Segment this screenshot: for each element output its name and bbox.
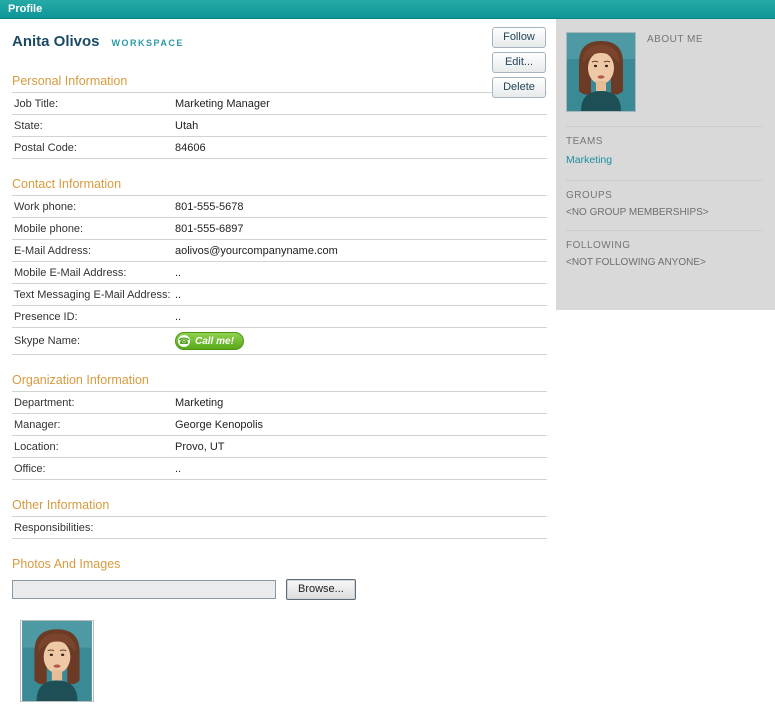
field-label: Department: xyxy=(14,396,75,409)
topbar: Profile xyxy=(0,0,775,19)
table-row: Job Title: Marketing Manager xyxy=(12,93,547,115)
following-empty-text: <NOT FOLLOWING ANYONE> xyxy=(566,257,706,268)
table-row: Responsibilities: xyxy=(12,517,547,539)
field-value: .. xyxy=(175,288,182,301)
field-label: State: xyxy=(14,119,43,132)
organization-info-rows: Department: Marketing Manager: George Ke… xyxy=(12,391,547,480)
field-value: 801-555-6897 xyxy=(175,222,244,235)
profile-sidebar: ABOUT ME TEAMS Marketing GROUPS <NO GROU… xyxy=(556,19,775,310)
field-value: Marketing Manager xyxy=(175,97,270,110)
table-row: Work phone: 801-555-5678 xyxy=(12,196,547,218)
follow-button[interactable]: Follow xyxy=(492,27,546,48)
photo-upload-row: Browse... xyxy=(12,579,547,600)
field-value: George Kenopolis xyxy=(175,418,264,431)
table-row: Postal Code: 84606 xyxy=(12,137,547,159)
section-title-contact: Contact Information xyxy=(12,177,122,191)
profile-avatar[interactable] xyxy=(566,32,636,112)
field-label: Job Title: xyxy=(14,97,59,110)
field-value: Utah xyxy=(175,119,199,132)
field-value: Marketing xyxy=(175,396,224,409)
browse-button[interactable]: Browse... xyxy=(286,579,356,600)
section-title-photos: Photos And Images xyxy=(12,557,121,571)
table-row: State: Utah xyxy=(12,115,547,137)
following-label: FOLLOWING xyxy=(566,240,631,251)
teams-group: TEAMS Marketing xyxy=(566,126,763,180)
table-row: Presence ID: .. xyxy=(12,306,547,328)
field-value: Provo, UT xyxy=(175,440,225,453)
section-title-other: Other Information xyxy=(12,498,110,512)
skype-call-button[interactable]: ☎ Call me! xyxy=(175,332,244,350)
profile-main: Anita Olivos Workspace Follow Edit... De… xyxy=(0,19,556,702)
field-value: 84606 xyxy=(175,141,206,154)
about-me-label: ABOUT ME xyxy=(647,34,704,45)
profile-name: Anita Olivos xyxy=(12,33,100,50)
field-label: Postal Code: xyxy=(14,141,77,154)
page-title: Profile xyxy=(8,3,43,15)
field-label: Skype Name: xyxy=(14,335,81,347)
profile-photo-thumbnail[interactable] xyxy=(20,620,94,702)
table-row: Mobile phone: 801-555-6897 xyxy=(12,218,547,240)
field-label: Mobile phone: xyxy=(14,222,84,235)
groups-empty-text: <NO GROUP MEMBERSHIPS> xyxy=(566,207,709,218)
field-label: Work phone: xyxy=(14,200,77,213)
table-row: Text Messaging E-Mail Address: .. xyxy=(12,284,547,306)
profile-header: Anita Olivos Workspace xyxy=(12,33,547,50)
field-label: Mobile E-Mail Address: xyxy=(14,266,127,279)
table-row: E-Mail Address: aolivos@yourcompanyname.… xyxy=(12,240,547,262)
skype-call-label: Call me! xyxy=(195,335,234,347)
table-row: Department: Marketing xyxy=(12,392,547,414)
profile-actions: Follow Edit... Delete xyxy=(492,27,546,98)
delete-button[interactable]: Delete xyxy=(492,77,546,98)
field-value: 801-555-5678 xyxy=(175,200,244,213)
field-label: Presence ID: xyxy=(14,310,78,323)
field-value: ☎ Call me! xyxy=(175,332,244,350)
team-link-marketing[interactable]: Marketing xyxy=(566,154,612,166)
phone-icon: ☎ xyxy=(178,335,190,347)
following-group: FOLLOWING <NOT FOLLOWING ANYONE> xyxy=(566,230,763,280)
field-value: .. xyxy=(175,462,182,475)
table-row: Location: Provo, UT xyxy=(12,436,547,458)
field-value: .. xyxy=(175,310,182,323)
about-me-block: ABOUT ME xyxy=(566,32,763,126)
groups-group: GROUPS <NO GROUP MEMBERSHIPS> xyxy=(566,180,763,230)
table-row: Mobile E-Mail Address: .. xyxy=(12,262,547,284)
field-label: Manager: xyxy=(14,418,61,431)
field-label: Location: xyxy=(14,440,59,453)
field-label: Responsibilities: xyxy=(14,521,94,534)
about-panel: ABOUT ME TEAMS Marketing GROUPS <NO GROU… xyxy=(556,19,775,310)
table-row: Office: .. xyxy=(12,458,547,480)
field-label: E-Mail Address: xyxy=(14,244,92,257)
groups-label: GROUPS xyxy=(566,190,613,201)
personal-info-rows: Job Title: Marketing Manager State: Utah… xyxy=(12,92,547,159)
workspace-label: Workspace xyxy=(111,38,184,48)
teams-label: TEAMS xyxy=(566,136,603,147)
photo-file-input[interactable] xyxy=(12,580,276,599)
contact-info-rows: Work phone: 801-555-5678 Mobile phone: 8… xyxy=(12,195,547,355)
section-title-personal: Personal Information xyxy=(12,74,128,88)
edit-button[interactable]: Edit... xyxy=(492,52,546,73)
table-row: Skype Name: ☎ Call me! xyxy=(12,328,547,355)
field-value: .. xyxy=(175,266,182,279)
email-link[interactable]: aolivos@yourcompanyname.com xyxy=(175,245,338,257)
field-label: Text Messaging E-Mail Address: xyxy=(14,288,171,301)
table-row: Manager: George Kenopolis xyxy=(12,414,547,436)
field-label: Office: xyxy=(14,462,46,475)
section-title-organization: Organization Information xyxy=(12,373,149,387)
other-info-rows: Responsibilities: xyxy=(12,516,547,539)
